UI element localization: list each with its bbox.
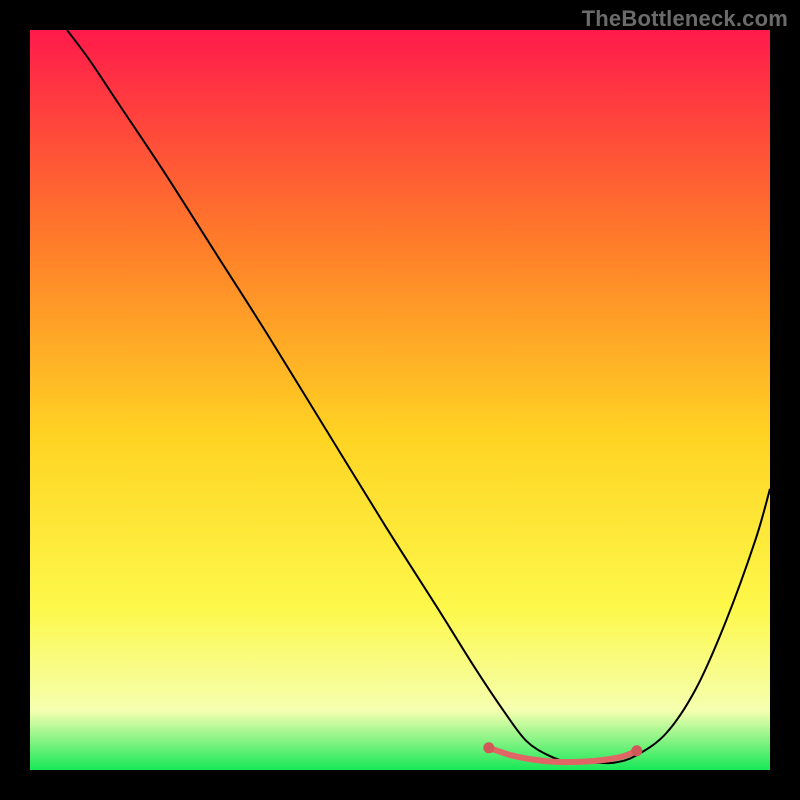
attribution-label: TheBottleneck.com	[582, 6, 788, 32]
optimal-zone-endpoint	[483, 742, 494, 753]
gradient-background	[30, 30, 770, 770]
bottleneck-plot	[30, 30, 770, 770]
optimal-zone-endpoint	[631, 745, 642, 756]
